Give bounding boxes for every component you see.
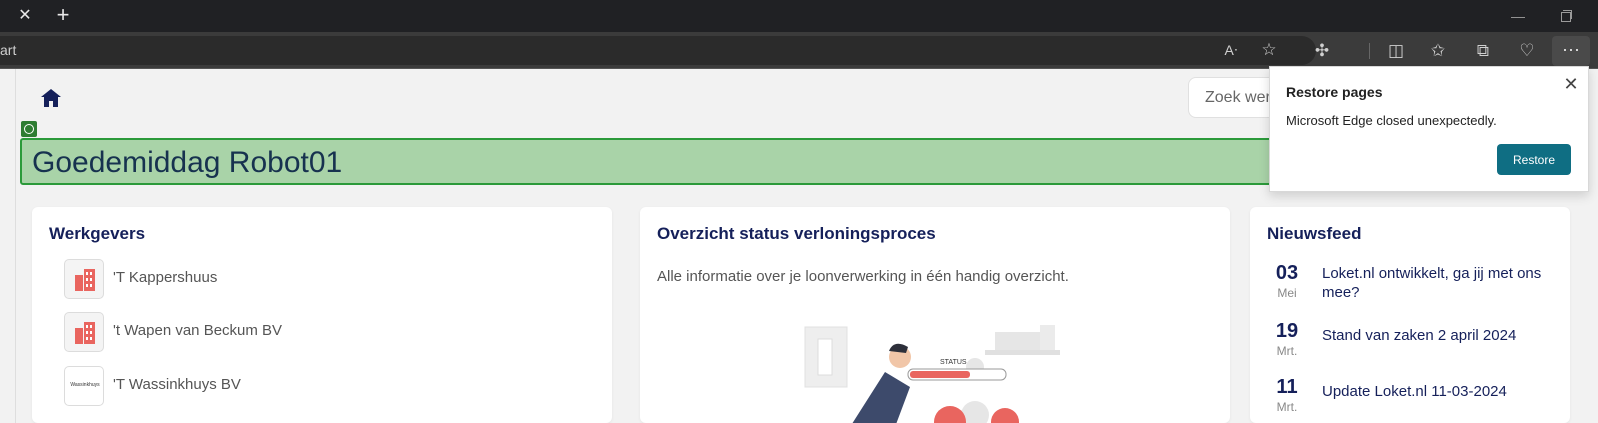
favorites-icon[interactable]: ✩ — [1425, 38, 1451, 64]
split-screen-icon[interactable]: ◫ — [1383, 38, 1409, 64]
news-item[interactable]: 03 Mei Loket.nl ontwikkelt, ga jij met o… — [1267, 262, 1547, 312]
extensions-icon[interactable]: ✣ — [1309, 38, 1335, 64]
restore-pages-popup: Restore pages Microsoft Edge closed unex… — [1269, 66, 1589, 192]
minimize-icon[interactable]: — — [1508, 6, 1528, 26]
restore-button[interactable]: Restore — [1497, 144, 1571, 175]
news-month: Mrt. — [1276, 400, 1298, 414]
status-title: Overzicht status verloningsproces — [657, 224, 936, 243]
toolbar-divider — [1369, 43, 1370, 59]
news-item[interactable]: 19 Mrt. Stand van zaken 2 april 2024 — [1267, 320, 1547, 370]
news-month: Mei — [1277, 286, 1297, 300]
address-text: art — [0, 42, 17, 58]
search-input[interactable]: Zoek werk — [1188, 77, 1279, 118]
news-day: 19 — [1275, 320, 1299, 342]
browser-essentials-icon[interactable]: ♡ — [1514, 38, 1540, 64]
building-icon — [64, 259, 104, 299]
collections-icon[interactable]: ⧉ — [1470, 38, 1496, 64]
news-link[interactable]: Loket.nl ontwikkelt, ga jij met ons mee? — [1322, 264, 1562, 302]
news-day: 03 — [1275, 262, 1299, 284]
status-illustration: STATUS — [804, 325, 1060, 423]
popup-title: Restore pages — [1286, 84, 1383, 100]
werkgevers-title: Werkgevers — [49, 224, 146, 243]
restore-window-icon[interactable] — [1556, 6, 1576, 26]
close-tab-icon[interactable]: ✕ — [14, 6, 36, 26]
employer-name[interactable]: 'T Kappershuus — [113, 269, 217, 286]
news-month: Mrt. — [1276, 344, 1298, 358]
status-illustration-label: STATUS — [940, 359, 967, 366]
browser-toolbar: art Aᐧ ☆ ✣ ◫ ✩ ⧉ ♡ ··· — [0, 32, 1598, 69]
werkgevers-card: Werkgevers 'T Kappershuus 't Wapen van B… — [32, 207, 612, 423]
company-logo: Wassinkhuys — [64, 366, 104, 406]
news-link[interactable]: Update Loket.nl 11-03-2024 — [1322, 382, 1562, 401]
status-description: Alle informatie over je loonverwerking i… — [657, 268, 1069, 285]
read-aloud-icon[interactable]: Aᐧ — [1218, 37, 1244, 63]
building-icon — [64, 312, 104, 352]
address-bar[interactable]: art Aᐧ ☆ — [0, 36, 1316, 65]
news-card: Nieuwsfeed 03 Mei Loket.nl ontwikkelt, g… — [1250, 207, 1570, 423]
list-item[interactable]: 'T Kappershuus — [64, 259, 564, 299]
list-item[interactable]: 't Wapen van Beckum BV — [64, 312, 564, 352]
status-card: Overzicht status verloningsproces Alle i… — [640, 207, 1230, 423]
employer-name[interactable]: 't Wapen van Beckum BV — [113, 322, 282, 339]
news-link[interactable]: Stand van zaken 2 april 2024 — [1322, 326, 1562, 345]
employer-name[interactable]: 'T Wassinkhuys BV — [113, 376, 241, 393]
news-item[interactable]: 11 Mrt. Update Loket.nl 11-03-2024 — [1267, 376, 1547, 423]
page-title: Goedemiddag Robot01 — [32, 146, 343, 179]
close-icon[interactable]: ✕ — [1562, 75, 1580, 93]
new-tab-icon[interactable]: + — [50, 4, 76, 28]
popup-message: Microsoft Edge closed unexpectedly. — [1286, 113, 1497, 128]
search-placeholder: Zoek werk — [1205, 89, 1279, 106]
home-icon[interactable] — [40, 88, 62, 108]
favorite-star-icon[interactable]: ☆ — [1256, 37, 1282, 63]
company-logo-text: Wassinkhuys — [70, 382, 100, 388]
news-day: 11 — [1276, 376, 1298, 398]
tab-bar: ✕ + — — [0, 0, 1598, 32]
target-icon — [21, 121, 37, 137]
news-title: Nieuwsfeed — [1267, 224, 1362, 243]
settings-more-icon[interactable]: ··· — [1552, 36, 1590, 66]
list-item[interactable]: Wassinkhuys 'T Wassinkhuys BV — [64, 366, 564, 406]
